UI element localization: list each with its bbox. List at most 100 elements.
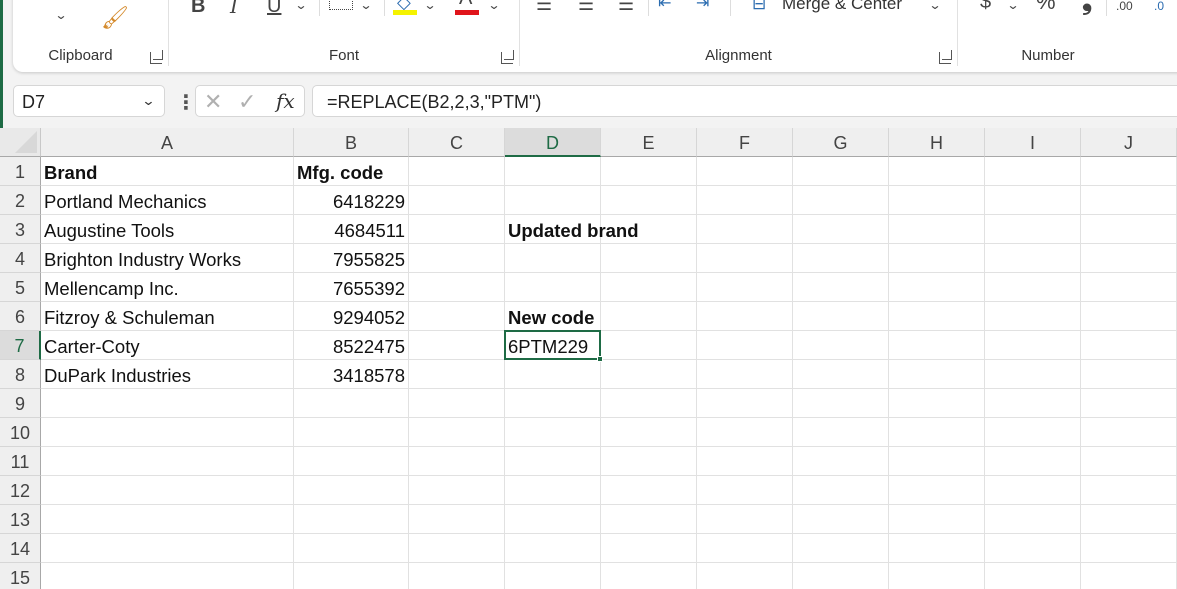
bold-button[interactable]: B	[191, 0, 205, 16]
fill-handle[interactable]	[597, 356, 603, 362]
cell-d11[interactable]	[505, 447, 601, 476]
cell-h6[interactable]	[889, 302, 985, 331]
cell-d15[interactable]	[505, 563, 601, 589]
cell-f13[interactable]	[697, 505, 793, 534]
cell-h1[interactable]	[889, 157, 985, 186]
cell-g15[interactable]	[793, 563, 889, 589]
cell-h14[interactable]	[889, 534, 985, 563]
column-header-e[interactable]: E	[601, 128, 697, 157]
decrease-indent-icon[interactable]: ⇤	[658, 0, 671, 14]
cell-i11[interactable]	[985, 447, 1081, 476]
cell-b13[interactable]	[294, 505, 409, 534]
font-color-chevron-icon[interactable]: ⌄	[487, 0, 500, 12]
underline-button[interactable]: U	[267, 0, 281, 16]
cell-g5[interactable]	[793, 273, 889, 302]
row-header-4[interactable]: 4	[0, 244, 41, 273]
cell-c3[interactable]	[409, 215, 505, 244]
cell-h5[interactable]	[889, 273, 985, 302]
cell-f11[interactable]	[697, 447, 793, 476]
cell-c2[interactable]	[409, 186, 505, 215]
font-dialog-launcher-icon[interactable]	[501, 50, 514, 64]
column-header-g[interactable]: G	[793, 128, 889, 157]
cell-b4[interactable]: 7955825	[294, 244, 409, 273]
cell-f8[interactable]	[697, 360, 793, 389]
cell-d8[interactable]	[505, 360, 601, 389]
cell-b3[interactable]: 4684511	[294, 215, 409, 244]
cell-a14[interactable]	[41, 534, 294, 563]
column-header-d[interactable]: D	[505, 128, 601, 157]
cell-f4[interactable]	[697, 244, 793, 273]
column-header-a[interactable]: A	[41, 128, 294, 157]
cell-d3[interactable]: Updated brand	[505, 215, 639, 244]
cell-h11[interactable]	[889, 447, 985, 476]
borders-icon[interactable]	[329, 0, 353, 10]
cell-g14[interactable]	[793, 534, 889, 563]
cell-c12[interactable]	[409, 476, 505, 505]
cell-i9[interactable]	[985, 389, 1081, 418]
percent-button[interactable]: %	[1036, 0, 1056, 13]
cell-i4[interactable]	[985, 244, 1081, 273]
cell-c5[interactable]	[409, 273, 505, 302]
cell-h15[interactable]	[889, 563, 985, 589]
cell-b6[interactable]: 9294052	[294, 302, 409, 331]
cell-h7[interactable]	[889, 331, 985, 360]
row-header-10[interactable]: 10	[0, 418, 41, 447]
cell-i7[interactable]	[985, 331, 1081, 360]
cell-g13[interactable]	[793, 505, 889, 534]
cell-f12[interactable]	[697, 476, 793, 505]
italic-button[interactable]: I	[230, 0, 238, 16]
cell-e8[interactable]	[601, 360, 697, 389]
cell-c4[interactable]	[409, 244, 505, 273]
column-header-b[interactable]: B	[294, 128, 409, 157]
row-header-15[interactable]: 15	[0, 563, 41, 589]
cell-a1[interactable]: Brand	[41, 157, 294, 186]
cell-j3[interactable]	[1081, 215, 1177, 244]
cell-d14[interactable]	[505, 534, 601, 563]
formula-input[interactable]: =REPLACE(B2,2,3,"PTM")	[312, 85, 1177, 117]
cell-a2[interactable]: Portland Mechanics	[41, 186, 294, 215]
paste-chevron-icon[interactable]: ⌄	[54, 8, 67, 22]
cell-j5[interactable]	[1081, 273, 1177, 302]
cell-g12[interactable]	[793, 476, 889, 505]
cell-d7[interactable]: 6PTM229	[505, 331, 601, 360]
cell-d5[interactable]	[505, 273, 601, 302]
cell-g6[interactable]	[793, 302, 889, 331]
increase-decimal-button[interactable]: .00	[1116, 0, 1133, 16]
cell-e13[interactable]	[601, 505, 697, 534]
paste-button[interactable]: Paste	[41, 0, 79, 6]
column-header-j[interactable]: J	[1081, 128, 1177, 157]
cell-a5[interactable]: Mellencamp Inc.	[41, 273, 294, 302]
cell-c10[interactable]	[409, 418, 505, 447]
row-header-6[interactable]: 6	[0, 302, 41, 331]
cell-a10[interactable]	[41, 418, 294, 447]
clipboard-dialog-launcher-icon[interactable]	[150, 50, 163, 64]
cell-d6[interactable]: New code	[505, 302, 601, 331]
cell-d4[interactable]	[505, 244, 601, 273]
cell-g7[interactable]	[793, 331, 889, 360]
cell-e10[interactable]	[601, 418, 697, 447]
row-header-9[interactable]: 9	[0, 389, 41, 418]
name-box-chevron-icon[interactable]: ⌄	[141, 93, 155, 109]
cell-e6[interactable]	[601, 302, 697, 331]
cell-e12[interactable]	[601, 476, 697, 505]
decrease-decimal-button[interactable]: .0	[1154, 0, 1164, 16]
cell-c8[interactable]	[409, 360, 505, 389]
cell-b12[interactable]	[294, 476, 409, 505]
cell-f7[interactable]	[697, 331, 793, 360]
cell-c11[interactable]	[409, 447, 505, 476]
cell-e15[interactable]	[601, 563, 697, 589]
cell-e3[interactable]	[601, 215, 697, 244]
align-center-icon[interactable]: ☰	[578, 0, 594, 14]
cell-f15[interactable]	[697, 563, 793, 589]
merge-center-icon[interactable]: ⊟	[752, 0, 766, 14]
cell-d1[interactable]	[505, 157, 601, 186]
row-header-13[interactable]: 13	[0, 505, 41, 534]
cell-a11[interactable]	[41, 447, 294, 476]
cell-j11[interactable]	[1081, 447, 1177, 476]
cell-d9[interactable]	[505, 389, 601, 418]
cell-f5[interactable]	[697, 273, 793, 302]
cell-j12[interactable]	[1081, 476, 1177, 505]
cell-f10[interactable]	[697, 418, 793, 447]
cell-h10[interactable]	[889, 418, 985, 447]
cell-g2[interactable]	[793, 186, 889, 215]
